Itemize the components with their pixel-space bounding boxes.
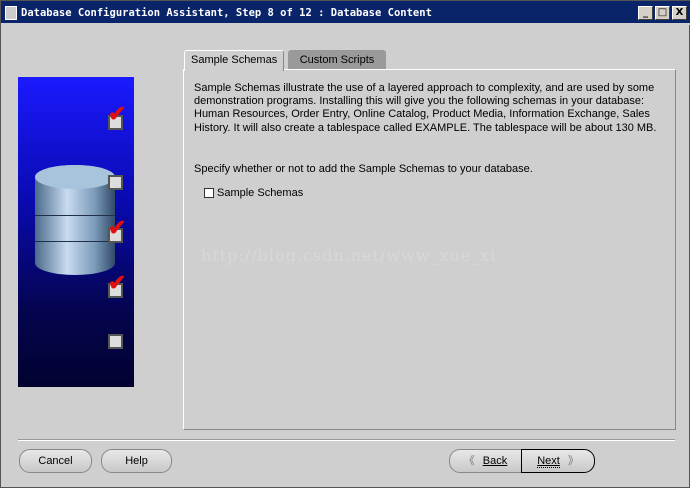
question-text: Specify whether or not to add the Sample… <box>194 163 533 175</box>
checkbox-label: Sample Schemas <box>217 187 304 199</box>
watermark: http://blog.csdn.net/www_xue_xi <box>201 246 497 265</box>
divider <box>18 439 675 441</box>
checkbox-box[interactable] <box>204 188 214 198</box>
sample-schemas-checkbox[interactable]: Sample Schemas <box>204 187 303 199</box>
next-button[interactable]: Next 》 <box>521 449 595 473</box>
checkmark-icon: ✔ <box>108 101 127 126</box>
step-checkbox-icon <box>108 175 123 190</box>
app-icon <box>5 6 17 20</box>
next-arrow-icon: 》 <box>567 455 579 467</box>
help-button[interactable]: Help <box>101 449 172 473</box>
tab-sample-schemas[interactable]: Sample Schemas <box>184 50 285 71</box>
cancel-button[interactable]: Cancel <box>19 449 92 473</box>
close-button[interactable]: X <box>672 6 687 20</box>
checkmark-icon: ✔ <box>108 215 127 240</box>
back-label: Back <box>482 455 508 467</box>
next-label: Next <box>537 455 560 468</box>
back-arrow-icon: 《 <box>463 455 475 467</box>
tab-custom-scripts[interactable]: Custom Scripts <box>288 50 386 70</box>
back-button[interactable]: 《 Back <box>449 449 522 473</box>
minimize-button[interactable]: _ <box>638 6 653 20</box>
window-title: Database Configuration Assistant, Step 8… <box>21 7 432 19</box>
description-text: Sample Schemas illustrate the use of a l… <box>194 82 657 134</box>
title-bar: Database Configuration Assistant, Step 8… <box>1 1 690 25</box>
wizard-illustration: ✔ ✔ ✔ <box>18 77 134 387</box>
maximize-button[interactable]: □ <box>655 6 670 20</box>
database-icon <box>35 165 115 275</box>
checkmark-icon: ✔ <box>108 270 127 295</box>
step-checkbox-icon <box>108 334 123 349</box>
